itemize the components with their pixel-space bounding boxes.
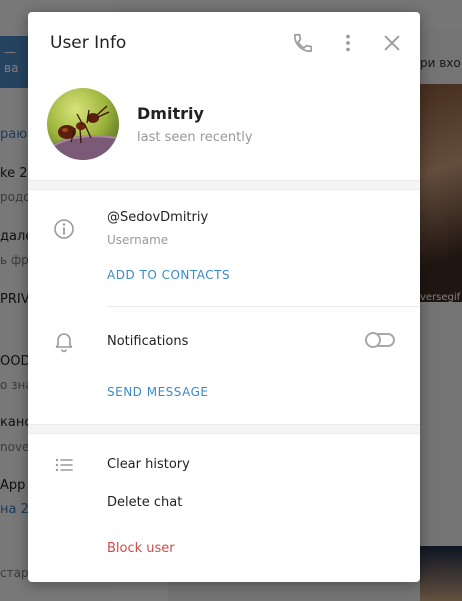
dialog-title: User Info xyxy=(50,33,127,53)
close-button[interactable] xyxy=(381,32,403,54)
delete-chat-button[interactable]: Delete chat xyxy=(107,495,182,510)
clear-history-button[interactable]: Clear history xyxy=(107,457,190,472)
block-user-button[interactable]: Block user xyxy=(107,541,175,556)
avatar[interactable] xyxy=(47,88,119,160)
dialog-header: User Info xyxy=(28,12,420,74)
notifications-label: Notifications xyxy=(107,334,189,349)
section-divider xyxy=(28,424,420,434)
user-name: Dmitriy xyxy=(137,104,204,123)
bell-icon xyxy=(52,329,76,353)
info-icon xyxy=(52,217,76,241)
close-icon xyxy=(381,32,403,54)
user-info-dialog: User Info Dmitriy last seen recently @Se… xyxy=(28,12,420,582)
call-button[interactable] xyxy=(292,32,314,54)
more-options-button[interactable] xyxy=(337,32,359,54)
section-divider xyxy=(28,180,420,190)
toggle-knob xyxy=(365,332,381,348)
list-icon xyxy=(52,453,76,477)
send-message-button[interactable]: SEND MESSAGE xyxy=(107,385,209,399)
user-status: last seen recently xyxy=(137,130,253,145)
username-value: @SedovDmitriy xyxy=(107,210,209,225)
row-divider xyxy=(107,306,420,307)
profile-section: Dmitriy last seen recently xyxy=(28,74,420,188)
phone-icon xyxy=(292,32,314,54)
more-vertical-icon xyxy=(337,32,359,54)
notifications-toggle[interactable] xyxy=(365,332,395,348)
username-label: Username xyxy=(107,233,169,247)
add-to-contacts-button[interactable]: ADD TO CONTACTS xyxy=(107,268,230,282)
